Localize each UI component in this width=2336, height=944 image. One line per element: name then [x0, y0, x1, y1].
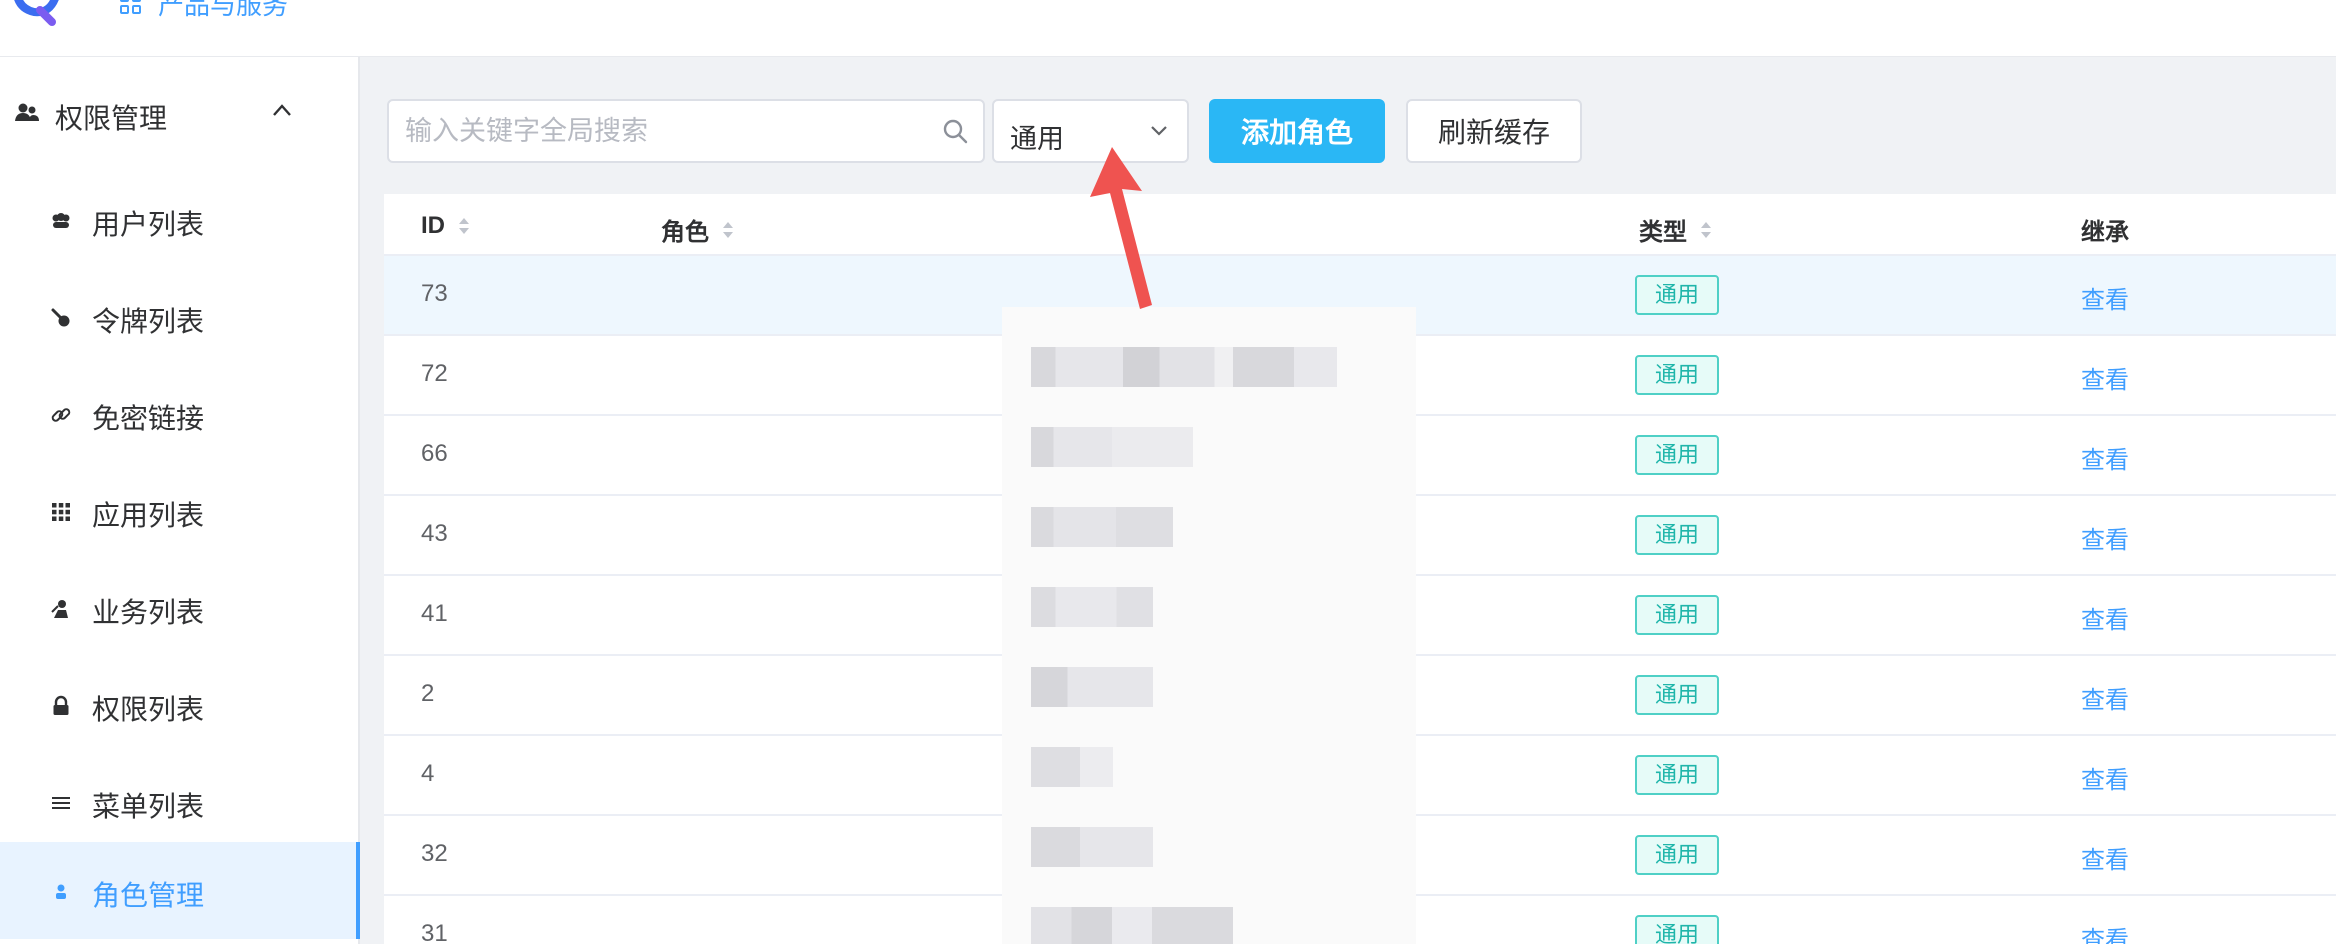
sidebar-item-label: 用户列表 [92, 209, 205, 240]
redacted-role-name [1031, 427, 1193, 467]
sidebar-item-label: 权限列表 [92, 694, 205, 725]
row-id: 43 [421, 520, 448, 547]
redacted-role-name [1031, 347, 1337, 387]
column-header-label: 类型 [1639, 219, 1687, 246]
lock-icon [53, 695, 69, 715]
sidebar-group-label: 权限管理 [55, 103, 168, 134]
row-id: 32 [421, 840, 448, 867]
chevron-up-icon[interactable] [272, 103, 292, 117]
redacted-role-name [1031, 747, 1113, 787]
redacted-role-name [1031, 907, 1233, 944]
view-inherit-link[interactable]: 查看 [2081, 680, 2129, 715]
users-icon [52, 213, 70, 228]
sidebar-item-links[interactable]: 免密链接 [0, 365, 358, 462]
business-icon [51, 600, 68, 618]
nav-product-services[interactable]: 产品与服务 [120, 0, 288, 20]
row-id: 66 [421, 440, 448, 467]
nav-product-label: 产品与服务 [158, 0, 289, 20]
sidebar-item-label: 令牌列表 [92, 306, 205, 337]
view-inherit-link[interactable]: 查看 [2081, 520, 2129, 555]
row-id: 2 [421, 680, 435, 707]
app-logo[interactable] [10, 0, 66, 28]
redacted-role-name [1031, 507, 1173, 547]
global-search[interactable] [387, 99, 985, 163]
sidebar-item-label: 菜单列表 [92, 791, 205, 822]
sidebar-item-label: 业务列表 [92, 597, 205, 628]
type-tag: 通用 [1635, 675, 1719, 715]
redacted-role-name [1031, 827, 1153, 867]
main-content: 通用 添加角色 刷新缓存 ID 角色 类型 继承 73 [362, 57, 2336, 944]
menu-lines-icon [52, 797, 70, 809]
users-group-icon [15, 103, 39, 121]
sidebar-item-business[interactable]: 业务列表 [0, 559, 358, 656]
sidebar-item-apps[interactable]: 应用列表 [0, 462, 358, 559]
sidebar-item-menus[interactable]: 菜单列表 [0, 753, 358, 850]
row-id: 4 [421, 760, 435, 787]
view-inherit-link[interactable]: 查看 [2081, 920, 2129, 944]
sidebar-item-label: 应用列表 [92, 500, 205, 531]
type-tag: 通用 [1635, 355, 1719, 395]
type-tag: 通用 [1635, 755, 1719, 795]
view-inherit-link[interactable]: 查看 [2081, 360, 2129, 395]
user-icon [56, 884, 66, 899]
type-tag: 通用 [1635, 275, 1719, 315]
row-id: 31 [421, 920, 448, 944]
apps-grid-icon [52, 503, 70, 521]
row-id: 41 [421, 600, 448, 627]
column-header-inherit: 继承 [2081, 212, 2129, 247]
sidebar-item-users[interactable]: 用户列表 [0, 171, 358, 268]
sidebar: 权限管理 用户列表 令牌列表 免密链接 应用列表 业务列表 权限列表 菜单列表 … [0, 57, 360, 944]
row-id: 72 [421, 360, 448, 387]
sort-icon[interactable] [721, 219, 735, 241]
redacted-role-name [1031, 587, 1153, 627]
column-header-label: 角色 [661, 219, 709, 246]
column-header-type[interactable]: 类型 [1639, 212, 1713, 247]
type-tag: 通用 [1635, 515, 1719, 555]
type-tag: 通用 [1635, 835, 1719, 875]
view-inherit-link[interactable]: 查看 [2081, 760, 2129, 795]
column-header-role[interactable]: 角色 [661, 212, 735, 247]
sidebar-item-label: 免密链接 [92, 403, 205, 434]
type-tag: 通用 [1635, 915, 1719, 944]
sidebar-item-label: 角色管理 [92, 880, 205, 911]
add-role-button[interactable]: 添加角色 [1209, 99, 1385, 163]
column-header-id[interactable]: ID [421, 212, 471, 240]
column-header-label: ID [421, 212, 445, 239]
sidebar-group-permission[interactable]: 权限管理 [0, 85, 358, 139]
type-select-value: 通用 [1010, 124, 1064, 154]
view-inherit-link[interactable]: 查看 [2081, 840, 2129, 875]
sidebar-item-tokens[interactable]: 令牌列表 [0, 268, 358, 365]
redacted-role-column [1002, 307, 1416, 944]
sidebar-item-permissions[interactable]: 权限列表 [0, 656, 358, 753]
table-header: ID 角色 类型 继承 [384, 194, 2336, 256]
top-header: 产品与服务 [0, 0, 2336, 57]
sort-icon[interactable] [457, 215, 471, 237]
redacted-role-name [1031, 667, 1153, 707]
annotation-arrow [1090, 147, 1152, 309]
refresh-cache-button[interactable]: 刷新缓存 [1406, 99, 1582, 163]
view-inherit-link[interactable]: 查看 [2081, 280, 2129, 315]
grid-icon [120, 0, 142, 14]
view-inherit-link[interactable]: 查看 [2081, 440, 2129, 475]
column-header-label: 继承 [2081, 219, 2129, 246]
sidebar-item-roles[interactable]: 角色管理 [0, 842, 360, 939]
type-tag: 通用 [1635, 595, 1719, 635]
token-icon [51, 308, 70, 327]
type-tag: 通用 [1635, 435, 1719, 475]
sort-icon[interactable] [1699, 219, 1713, 241]
row-id: 73 [421, 280, 448, 307]
search-input[interactable] [389, 101, 929, 161]
search-icon[interactable] [941, 117, 969, 145]
link-icon [51, 408, 71, 422]
chevron-down-icon [1151, 126, 1167, 136]
view-inherit-link[interactable]: 查看 [2081, 600, 2129, 635]
